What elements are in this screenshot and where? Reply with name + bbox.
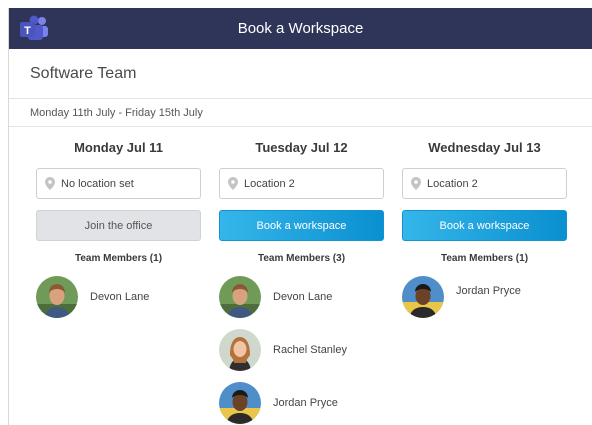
- member-name: Jordan Pryce: [456, 285, 521, 297]
- location-value: Location 2: [427, 177, 478, 190]
- team-members-label: Team Members (3): [257, 253, 346, 264]
- member-name: Devon Lane: [90, 291, 150, 303]
- member-item[interactable]: Devon Lane: [36, 276, 201, 318]
- team-members-label: Team Members (1): [440, 253, 529, 264]
- location-value: Location 2: [244, 177, 295, 190]
- location-select[interactable]: Location 2: [402, 168, 567, 199]
- book-workspace-button[interactable]: Book a workspace: [219, 210, 384, 241]
- svg-text:T: T: [24, 25, 31, 37]
- day-title: Monday Jul 11: [74, 140, 163, 155]
- member-item[interactable]: Devon Lane: [219, 276, 384, 318]
- member-item[interactable]: Jordan Pryce: [402, 276, 567, 318]
- location-value: No location set: [61, 177, 134, 190]
- team-name: Software Team: [30, 64, 137, 82]
- team-members-label: Team Members (1): [74, 253, 163, 264]
- join-office-button[interactable]: Join the office: [36, 210, 201, 241]
- day-columns: Monday Jul 11 No location set Join the o…: [9, 127, 592, 425]
- day-column-tuesday: Tuesday Jul 12 Location 2 Book a workspa…: [219, 127, 384, 424]
- member-name: Rachel Stanley: [273, 344, 347, 356]
- location-pin-icon: [411, 177, 421, 190]
- app-window: T Book a Workspace Software Team Monday …: [8, 8, 592, 425]
- day-column-monday: Monday Jul 11 No location set Join the o…: [36, 127, 201, 318]
- member-name: Jordan Pryce: [273, 397, 338, 409]
- date-range: Monday 11th July - Friday 15th July: [9, 99, 592, 127]
- location-pin-icon: [45, 177, 55, 190]
- book-workspace-button[interactable]: Book a workspace: [402, 210, 567, 241]
- day-title: Wednesday Jul 13: [428, 140, 541, 155]
- member-item[interactable]: Rachel Stanley: [219, 329, 384, 371]
- avatar: [36, 276, 78, 318]
- avatar: [402, 276, 444, 318]
- day-column-wednesday: Wednesday Jul 13 Location 2 Book a works…: [402, 127, 567, 318]
- title-bar: T Book a Workspace: [9, 8, 592, 49]
- member-name: Devon Lane: [273, 291, 333, 303]
- window-title: Book a Workspace: [237, 20, 364, 37]
- avatar: [219, 276, 261, 318]
- location-select[interactable]: No location set: [36, 168, 201, 199]
- member-item[interactable]: Jordan Pryce: [219, 382, 384, 424]
- day-title: Tuesday Jul 12: [255, 140, 348, 155]
- location-select[interactable]: Location 2: [219, 168, 384, 199]
- team-header: Software Team: [9, 49, 592, 99]
- avatar: [219, 329, 261, 371]
- teams-icon[interactable]: T: [19, 15, 49, 42]
- location-pin-icon: [228, 177, 238, 190]
- avatar: [219, 382, 261, 424]
